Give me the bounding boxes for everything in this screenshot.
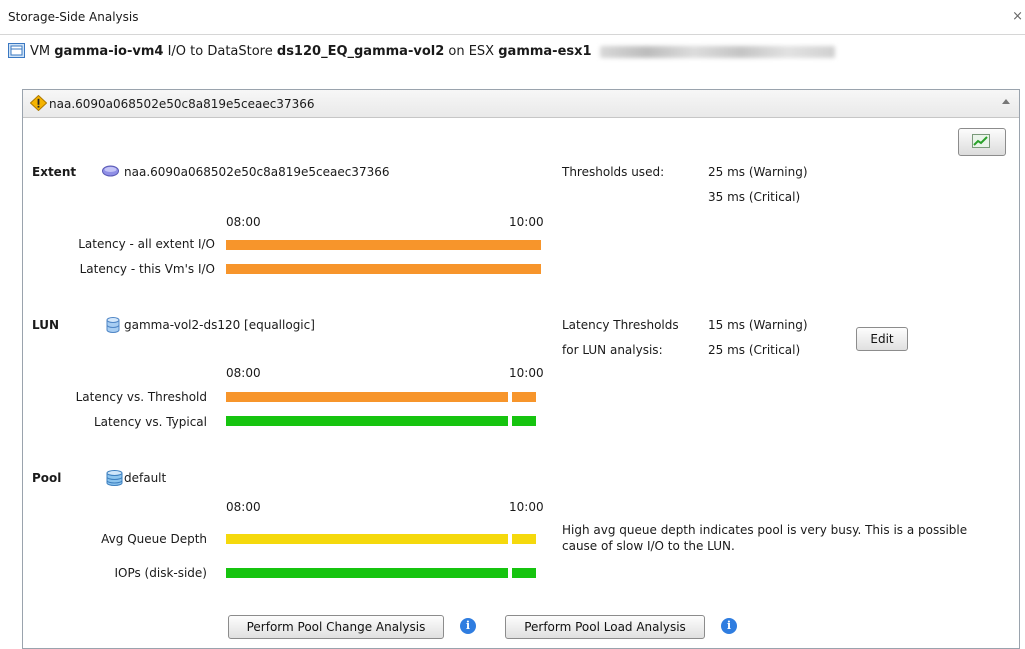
- pool-title: Pool: [32, 471, 62, 485]
- lun-row-label-typical: Latency vs. Typical: [93, 415, 207, 429]
- lun-thresholds-label-1: Latency Thresholds: [562, 318, 679, 332]
- chart-icon: [972, 134, 990, 148]
- extent-latency-all-bar: [226, 240, 541, 250]
- extent-warning-threshold: 25 ms (Warning): [708, 165, 808, 179]
- lun-critical-threshold: 25 ms (Critical): [708, 343, 801, 357]
- lun-row-label-threshold: Latency vs. Threshold: [75, 390, 207, 404]
- panel-header-label: naa.6090a068502e50c8a819e5ceaec37366: [49, 97, 315, 111]
- lun-name: gamma-vol2-ds120 [equallogic]: [124, 318, 315, 332]
- vm-io-text: I/O to DataStore: [167, 44, 273, 59]
- lun-threshold-bar-2: [512, 392, 536, 402]
- window-titlebar: Storage-Side Analysis ×: [0, 0, 1025, 35]
- pool-iops-bar-2: [512, 568, 536, 578]
- extent-row-label-vm: Latency - this Vm's I/O: [79, 262, 215, 276]
- analysis-panel: naa.6090a068502e50c8a819e5ceaec37366 Ext…: [22, 89, 1020, 649]
- pool-time-start: 08:00: [226, 500, 261, 514]
- extent-thresholds-label: Thresholds used:: [562, 165, 665, 179]
- lun-icon: [106, 317, 120, 333]
- vm-icon: [8, 43, 25, 58]
- vm-description: VM gamma-io-vm4 I/O to DataStore ds120_E…: [30, 44, 835, 59]
- pool-time-end: 10:00: [509, 500, 544, 514]
- pool-load-analysis-button[interactable]: Perform Pool Load Analysis: [505, 615, 705, 639]
- esx-name: gamma-esx1: [498, 44, 592, 59]
- pool-queue-depth-bar-1: [226, 534, 508, 544]
- vm-prefix: VM: [30, 44, 51, 59]
- window-title: Storage-Side Analysis: [8, 10, 139, 24]
- extent-name: naa.6090a068502e50c8a819e5ceaec37366: [124, 165, 390, 179]
- chart-view-button[interactable]: [958, 128, 1006, 156]
- esx-text: on ESX: [448, 44, 495, 59]
- pool-iops-bar-1: [226, 568, 508, 578]
- pool-queue-depth-bar-2: [512, 534, 536, 544]
- pool-message-line-2: cause of slow I/O to the LUN.: [562, 539, 735, 553]
- lun-threshold-bar-1: [226, 392, 508, 402]
- lun-time-end: 10:00: [509, 366, 544, 380]
- pool-row-label-iops: IOPs (disk-side): [114, 566, 207, 580]
- lun-typical-bar-2: [512, 416, 536, 426]
- pool-change-analysis-button[interactable]: Perform Pool Change Analysis: [228, 615, 444, 639]
- pool-icon: [106, 470, 123, 486]
- extent-row-label-all: Latency - all extent I/O: [78, 237, 215, 251]
- pool-name: default: [124, 471, 167, 485]
- pool-message-line-1: High avg queue depth indicates pool is v…: [562, 523, 968, 537]
- lun-typical-bar-1: [226, 416, 508, 426]
- pool-change-info-icon[interactable]: i: [460, 618, 476, 634]
- edit-thresholds-button[interactable]: Edit: [856, 327, 908, 351]
- warning-icon: [30, 95, 47, 111]
- datastore-name: ds120_EQ_gamma-vol2: [276, 44, 445, 59]
- extent-critical-threshold: 35 ms (Critical): [708, 190, 801, 204]
- pool-row-label-queue: Avg Queue Depth: [101, 532, 207, 546]
- extent-latency-vm-bar: [226, 264, 541, 274]
- lun-warning-threshold: 15 ms (Warning): [708, 318, 808, 332]
- extent-title: Extent: [32, 165, 77, 179]
- vm-name: gamma-io-vm4: [54, 44, 164, 59]
- panel-header[interactable]: naa.6090a068502e50c8a819e5ceaec37366: [23, 90, 1019, 118]
- close-icon[interactable]: ×: [1012, 9, 1023, 24]
- redacted-hostname: [599, 45, 835, 58]
- pool-load-info-icon[interactable]: i: [721, 618, 737, 634]
- lun-title: LUN: [32, 318, 60, 332]
- extent-icon: [102, 165, 119, 177]
- extent-time-start: 08:00: [226, 215, 261, 229]
- lun-time-start: 08:00: [226, 366, 261, 380]
- collapse-arrow-icon[interactable]: [1002, 99, 1010, 104]
- lun-thresholds-label-2: for LUN analysis:: [562, 343, 663, 357]
- extent-time-end: 10:00: [509, 215, 544, 229]
